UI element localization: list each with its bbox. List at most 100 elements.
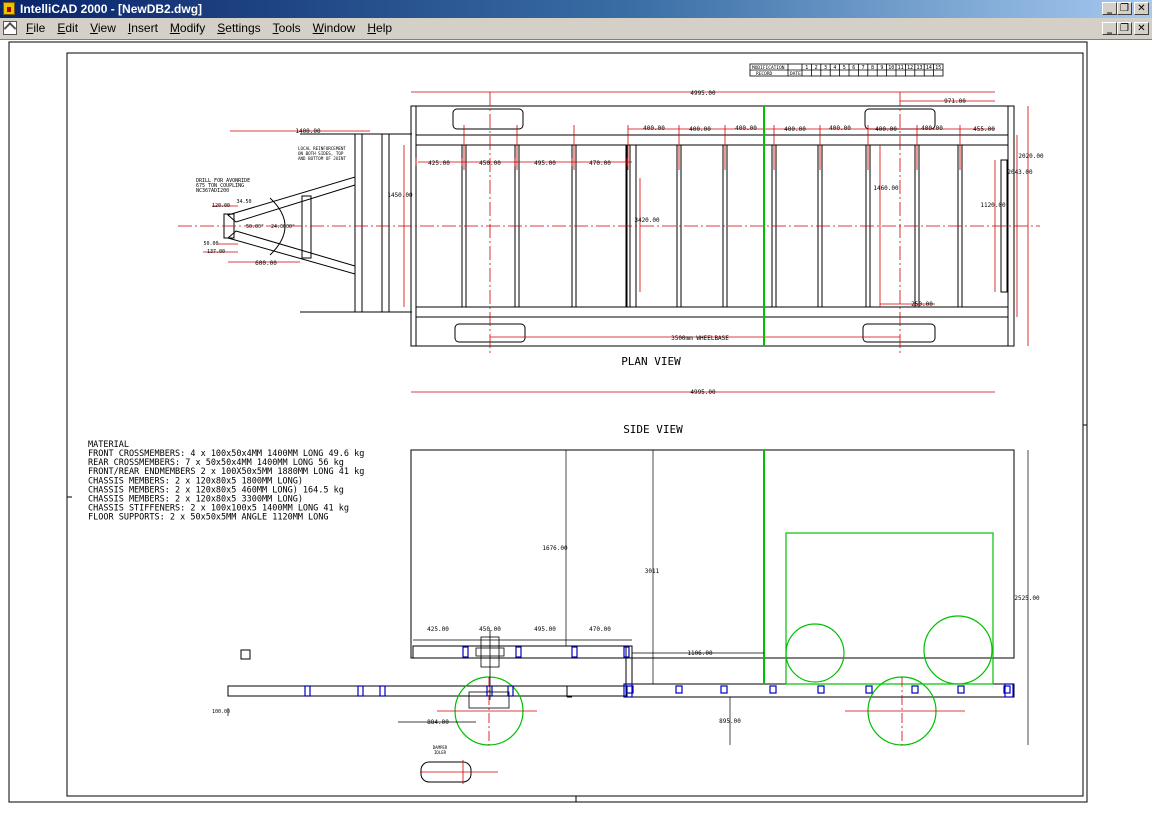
drawbar-length: 1400.00	[295, 128, 321, 135]
rev-number-2: 2	[815, 65, 818, 71]
side-wheel-1	[785, 623, 845, 683]
drawbar-angle-1: 50.00°	[246, 224, 264, 230]
plan-top-dim-2: 400.00	[689, 126, 711, 133]
side-front-dim-3: 495.00	[534, 626, 556, 633]
note-drill-line-3: NC367ADI200	[196, 188, 229, 194]
side-green-body	[785, 532, 994, 685]
plan-wheel-rear-bottom	[862, 323, 936, 343]
rev-number-11: 11	[898, 65, 904, 71]
menu-modify[interactable]: Modify	[170, 21, 205, 35]
menu-label-rest: dit	[65, 21, 79, 35]
rail-bracket-2	[675, 685, 683, 694]
rail-bracket-5	[817, 685, 825, 694]
close-button[interactable]: ✕	[1134, 2, 1149, 15]
plan-top-dim-4: 400.00	[784, 126, 806, 133]
plan-wheel-front-top	[452, 108, 524, 130]
side-front-dim-2: 450.00	[479, 626, 501, 633]
plan-front-dim-4: 470.00	[589, 160, 611, 167]
minimize-button[interactable]: _	[1102, 2, 1117, 15]
menu-settings[interactable]: Settings	[217, 21, 260, 35]
rev-number-15: 15	[935, 65, 941, 71]
plan-top-dim-8: 455.00	[973, 126, 995, 133]
doc-close-button[interactable]: ✕	[1134, 22, 1149, 35]
drawbar-dim-600: 600.00	[255, 260, 277, 267]
side-wheel-2	[923, 615, 993, 685]
note-reinf-line-3: AND BOTTOM OF JOINT	[298, 156, 346, 161]
plan-front-dim-3: 495.00	[534, 160, 556, 167]
menu-label-rest: ile	[33, 21, 46, 35]
restore-button[interactable]: ❐	[1117, 2, 1132, 15]
plan-dim-250: 250.00	[911, 301, 933, 308]
menu-label-rest: odify	[179, 21, 206, 35]
rev-number-9: 9	[880, 65, 883, 71]
side-view-frame	[410, 449, 1015, 659]
menu-help[interactable]: Help	[367, 21, 392, 35]
drawbar-bracket-1	[304, 685, 311, 697]
drawbar-dim-120: 120.00	[212, 203, 230, 209]
menu-file[interactable]: File	[26, 21, 45, 35]
rev-number-10: 10	[888, 65, 894, 71]
doc-minimize-button[interactable]: _	[1102, 22, 1117, 35]
drawbar-front-beam	[354, 133, 390, 313]
rev-number-13: 13	[916, 65, 922, 71]
plan-dim-971: 971.00	[944, 98, 966, 105]
menu-label-rest: ettings	[225, 21, 261, 35]
side-view	[227, 449, 1015, 783]
side-green-elements	[454, 450, 994, 746]
document-icon[interactable]	[3, 21, 17, 35]
front-bracket-1	[462, 646, 469, 658]
plan-top-dim-5: 400.00	[829, 125, 851, 132]
menu-edit[interactable]: Edit	[57, 21, 78, 35]
rail-bracket-4	[769, 685, 777, 694]
drawbar-bracket-4	[486, 685, 493, 697]
plan-overall-length: 4995.00	[690, 90, 716, 97]
rev-number-7: 7	[862, 65, 865, 71]
material-list: MATERIAL FRONT CROSSMEMBERS: 4 x 100x50x…	[88, 440, 364, 523]
menu-accel: M	[169, 21, 180, 35]
title-bar: IntelliCAD 2000 - [NewDB2.dwg] _ ❐ ✕	[0, 0, 1152, 18]
menu-label-rest: elp	[376, 21, 393, 35]
menu-accel: V	[90, 21, 98, 35]
rev-number-8: 8	[871, 65, 874, 71]
drawbar-angle-2: 24.0000°	[271, 224, 295, 230]
menu-view[interactable]: View	[90, 21, 116, 35]
window-title: IntelliCAD 2000 - [NewDB2.dwg]	[20, 2, 203, 16]
plan-top-dim-3: 400.00	[735, 125, 757, 132]
rev-number-1: 1	[805, 65, 808, 71]
rev-label-modification: MODIFICATION	[752, 65, 785, 71]
sheet-border-outer	[8, 41, 1088, 803]
app-icon[interactable]	[3, 2, 15, 15]
rev-number-4: 4	[833, 65, 836, 71]
side-front-beam	[412, 645, 633, 659]
rev-number-14: 14	[926, 65, 932, 71]
plan-dim-1460: 1460.00	[873, 185, 899, 192]
plan-dimension-lines	[178, 91, 1040, 393]
side-dimension-lines	[420, 677, 965, 784]
menu-tools[interactable]: Tools	[273, 21, 301, 35]
menu-bar: File Edit View Insert Modify Settings Tools Win…	[0, 18, 1152, 40]
menu-items: File Edit View Insert Modify Settings Tools Win…	[26, 21, 404, 35]
side-dim-2525: 2525.00	[1014, 595, 1040, 602]
plan-top-dim-1: 400.00	[643, 125, 665, 132]
menu-label-rest: nsert	[131, 21, 158, 35]
plan-top-dim-6: 400.00	[875, 126, 897, 133]
plan-dim-1120: 1120.00	[980, 202, 1006, 209]
material-line-8: FLOOR SUPPORTS: 2 x 50x50x5MM ANGLE 1120…	[88, 513, 329, 523]
menu-insert[interactable]: Insert	[128, 21, 158, 35]
side-dim-100: 100.00	[212, 709, 230, 715]
menu-label-rest: indow	[323, 21, 356, 35]
drawing-canvas[interactable]: MODIFICATION RECORD DATE 1 2 3 4 5 6 7 8 9 10 11 12 13 1…	[0, 40, 1152, 816]
plan-dim-3420: 3420.00	[634, 217, 660, 224]
doc-restore-button[interactable]: ❐	[1117, 22, 1132, 35]
side-note-idler: IDLER	[434, 750, 447, 755]
plan-front-dim-1: 425.00	[428, 160, 450, 167]
plan-top-dim-7: 400.00	[921, 125, 943, 132]
rev-number-5: 5	[843, 65, 846, 71]
rev-number-3: 3	[824, 65, 827, 71]
rev-number-6: 6	[852, 65, 855, 71]
side-view-label: SIDE VIEW	[623, 423, 683, 436]
cad-drawing[interactable]: MODIFICATIONRECORD DATE1 2 3 4 5 6 7 8 9 10 11 12 13 1…	[0, 40, 1152, 816]
side-dim-1676: 1676.00	[542, 545, 568, 552]
menu-window[interactable]: Window	[313, 21, 356, 35]
side-front-dim-4: 470.00	[589, 626, 611, 633]
